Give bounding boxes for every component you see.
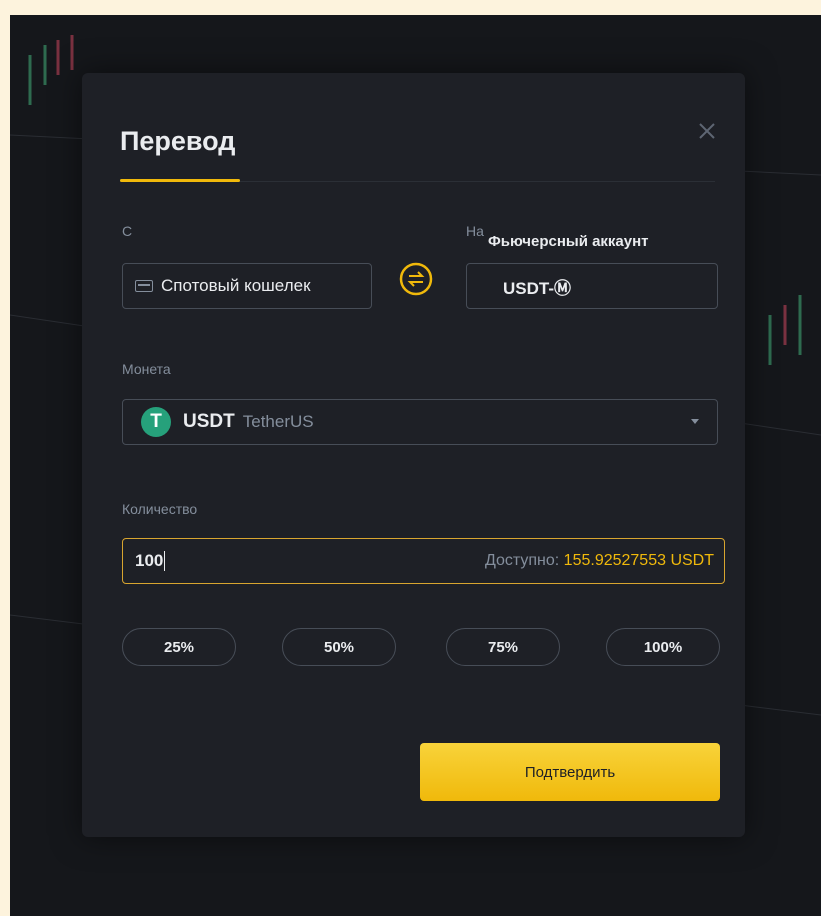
dialog-title: Перевод: [120, 126, 236, 156]
amount-label: Количество: [122, 501, 198, 517]
available-balance: Доступно: 155.92527553 USDT: [485, 552, 714, 570]
tether-icon: T: [141, 407, 171, 437]
app-screen: Перевод С Спотовый кошелек На USDT-Ⓜ Фью…: [10, 15, 821, 916]
amount-value: 100: [135, 550, 164, 570]
chevron-down-icon: [691, 419, 699, 424]
percent-buttons: 25% 50% 75% 100%: [122, 628, 725, 666]
to-account-select[interactable]: USDT-Ⓜ: [466, 263, 718, 309]
from-account-value: Спотовый кошелек: [161, 276, 311, 295]
swap-arrows-icon[interactable]: [398, 261, 434, 297]
wallet-icon: [135, 280, 153, 292]
confirm-button[interactable]: Подтвердить: [420, 743, 720, 801]
text-cursor: [164, 551, 166, 572]
amount-input[interactable]: 100 Доступно: 155.92527553 USDT: [122, 538, 725, 584]
to-account-value: USDT-Ⓜ: [503, 278, 571, 298]
coin-select[interactable]: T USDT TetherUS: [122, 399, 718, 445]
coin-symbol: USDT: [183, 411, 235, 432]
percent-25-button[interactable]: 25%: [122, 628, 236, 666]
from-label: С: [122, 223, 133, 239]
coin-label: Монета: [122, 361, 171, 377]
to-account-title: Фьючерсный аккаунт: [486, 233, 651, 250]
available-label: Доступно:: [484, 552, 564, 569]
to-label: На: [466, 223, 484, 239]
percent-75-button[interactable]: 75%: [446, 628, 560, 666]
active-tab-indicator: [120, 179, 240, 182]
from-account-select[interactable]: Спотовый кошелек: [122, 263, 372, 309]
transfer-dialog: Перевод С Спотовый кошелек На USDT-Ⓜ Фью…: [82, 73, 745, 837]
available-value: 155.92527553 USDT: [563, 552, 714, 569]
percent-50-button[interactable]: 50%: [282, 628, 396, 666]
close-icon[interactable]: [693, 117, 721, 145]
coin-name: TetherUS: [242, 412, 314, 431]
percent-100-button[interactable]: 100%: [606, 628, 720, 666]
